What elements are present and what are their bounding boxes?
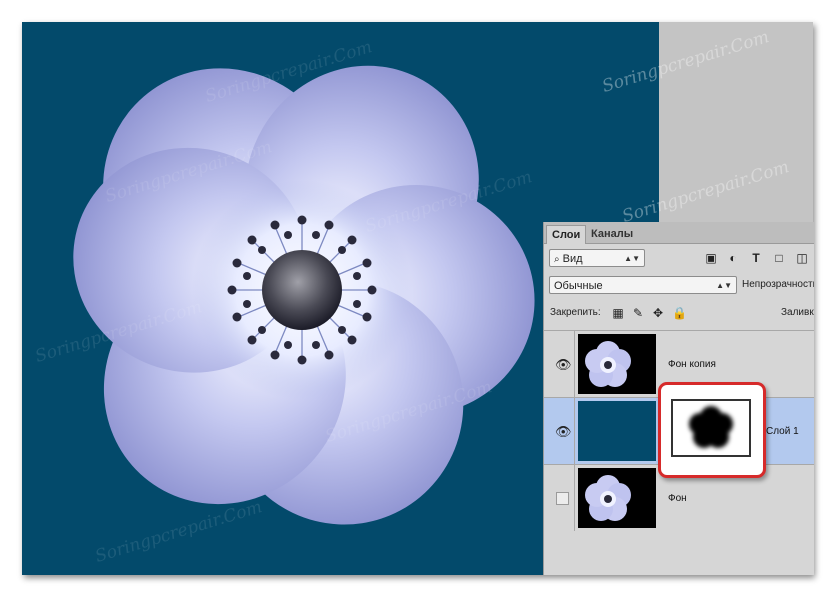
panel-tabs: Слои Каналы	[544, 222, 814, 244]
visibility-toggle[interactable]: 👁	[547, 331, 575, 397]
layer-thumbnail	[578, 334, 656, 394]
layer-filter-select[interactable]: ⌕ Вид ▲▼	[549, 249, 645, 267]
lock-brush-icon[interactable]: ✎	[631, 306, 645, 320]
up-down-arrow-icon: ▲▼	[716, 281, 732, 290]
eye-icon: 👁	[555, 424, 572, 439]
layer-mask-thumbnail[interactable]	[671, 399, 751, 457]
blend-mode-select[interactable]: Обычные ▲▼	[549, 276, 737, 294]
flower-thumbnail	[585, 475, 631, 521]
layer-mask-highlight[interactable]	[658, 382, 766, 478]
lock-transparent-icon[interactable]: ▦	[611, 306, 625, 320]
adjustment-filter-icon[interactable]: ◐	[726, 251, 740, 265]
shape-filter-icon[interactable]: □	[772, 251, 786, 265]
fill-label: Заливка	[781, 307, 814, 318]
visibility-toggle[interactable]	[547, 465, 575, 531]
filter-row: ⌕ Вид ▲▼ ▣ ◐ T □ ◫	[544, 248, 814, 268]
filter-label: Вид	[562, 253, 583, 265]
hidden-visibility-box	[556, 492, 569, 505]
flower-thumbnail	[585, 341, 631, 387]
lock-all-icon[interactable]: 🔒	[672, 306, 687, 320]
lock-position-icon[interactable]: ✥	[651, 306, 665, 320]
layer-thumbnail	[578, 468, 656, 528]
tab-channels[interactable]: Каналы	[586, 225, 638, 243]
up-down-arrow-icon: ▲▼	[624, 254, 640, 263]
layer-name[interactable]: Слой 1	[766, 426, 799, 437]
layer-name[interactable]: Фон копия	[668, 359, 716, 370]
visibility-toggle[interactable]: 👁	[547, 398, 575, 464]
layer-name[interactable]: Фон	[668, 493, 687, 504]
image-filter-icon[interactable]: ▣	[704, 251, 718, 265]
lock-label: Закрепить:	[550, 307, 601, 318]
blend-row: Обычные ▲▼ Непрозрачность	[544, 275, 814, 295]
lock-row: Закрепить: ▦ ✎ ✥ 🔒 Заливка	[544, 304, 814, 324]
smart-object-filter-icon[interactable]: ◫	[795, 251, 809, 265]
blend-mode-label: Обычные	[554, 280, 603, 292]
text-filter-icon[interactable]: T	[749, 251, 763, 265]
opacity-label: Непрозрачность	[742, 279, 814, 290]
eye-icon: 👁	[555, 357, 572, 372]
tab-layers[interactable]: Слои	[546, 225, 587, 244]
search-icon: ⌕	[554, 254, 560, 265]
mask-shape	[689, 406, 733, 448]
layer-thumbnail	[578, 401, 656, 461]
